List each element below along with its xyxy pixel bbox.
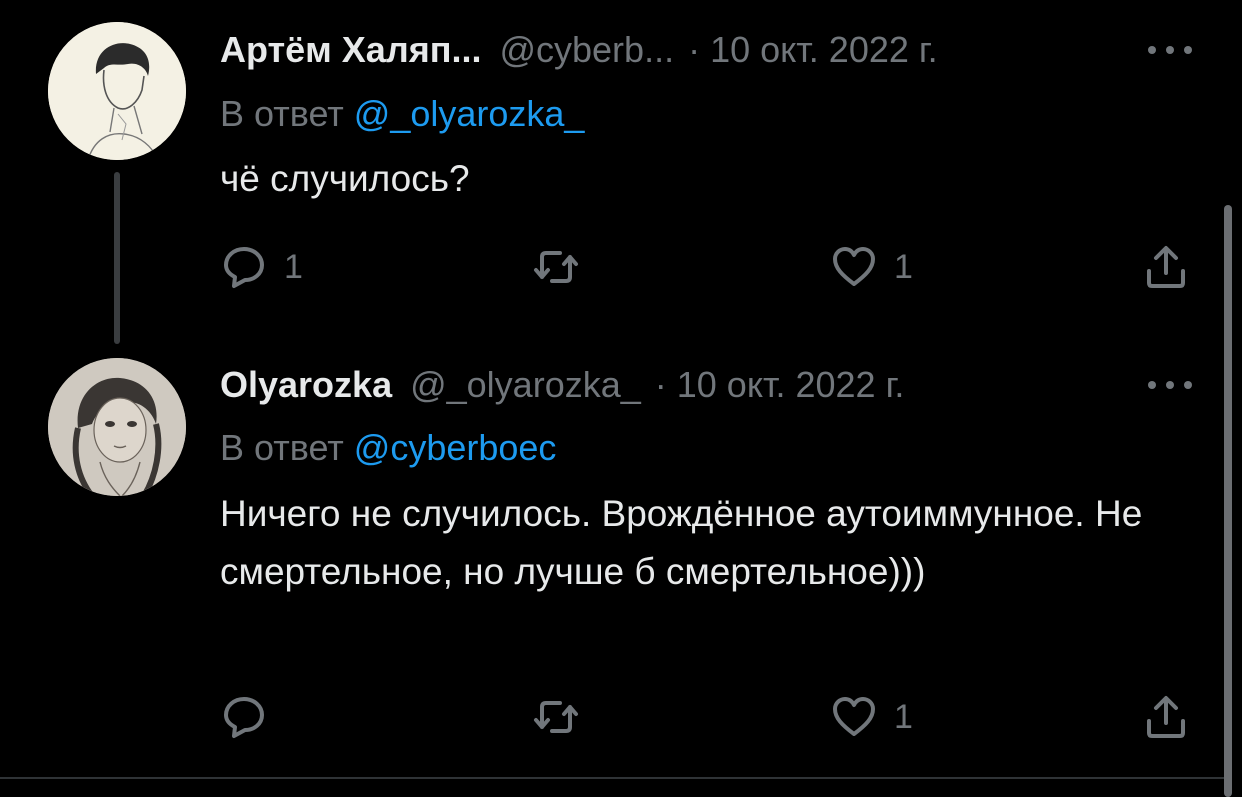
tweet-actions: 1 1 [0, 242, 1210, 292]
heart-icon [833, 247, 875, 286]
tweet-divider [0, 777, 1226, 779]
thread-page: Артём Халяп... @cyberb... · 10 окт. 2022… [0, 0, 1242, 797]
more-dot [1166, 46, 1174, 54]
more-dot [1184, 381, 1192, 389]
tweet[interactable]: Артём Халяп... @cyberb... · 10 окт. 2022… [0, 0, 1210, 345]
avatar[interactable] [48, 358, 186, 496]
share-icon [1147, 696, 1185, 738]
reply-mention-link[interactable]: @cyberboec [354, 427, 557, 468]
share-icon [1147, 246, 1185, 288]
tweet-date[interactable]: 10 окт. 2022 г. [710, 29, 938, 71]
reply-count: 1 [284, 247, 303, 286]
like-count: 1 [894, 697, 913, 736]
more-icon[interactable] [1148, 375, 1192, 395]
reply-icon [224, 697, 264, 738]
tweet-text: чё случилось? [220, 158, 470, 199]
tweet[interactable]: Olyarozka @_olyarozka_ · 10 окт. 2022 г.… [0, 345, 1210, 775]
author-handle[interactable]: @_olyarozka_ [410, 364, 641, 406]
tweet-header: Артём Халяп... @cyberb... · 10 окт. 2022… [220, 28, 938, 72]
share-button[interactable] [1142, 242, 1190, 292]
tweet-text: Ничего не случилось. Врождённое аутоимму… [220, 493, 1143, 592]
share-button[interactable] [1142, 692, 1190, 742]
more-dot [1184, 46, 1192, 54]
more-dot [1148, 381, 1156, 389]
reply-prefix: В ответ [220, 93, 344, 134]
reply-context: В ответ @_olyarozka_ [220, 93, 584, 135]
reply-button[interactable] [220, 692, 284, 742]
more-dot [1148, 46, 1156, 54]
tweet-date[interactable]: 10 окт. 2022 г. [677, 364, 905, 406]
tweet-header: Olyarozka @_olyarozka_ · 10 окт. 2022 г. [220, 363, 904, 407]
tweet-actions: 1 [0, 692, 1210, 742]
author-name[interactable]: Olyarozka [220, 364, 392, 406]
separator-dot: · [688, 29, 701, 70]
author-name[interactable]: Артём Халяп... [220, 29, 481, 71]
more-icon[interactable] [1148, 40, 1192, 60]
reply-prefix: В ответ [220, 427, 344, 468]
like-count: 1 [894, 247, 913, 286]
like-button[interactable]: 1 [830, 242, 913, 292]
reply-context: В ответ @cyberboec [220, 427, 556, 469]
retweet-button[interactable] [530, 242, 598, 292]
retweet-icon [534, 701, 578, 733]
reply-icon [224, 247, 264, 288]
scrollbar[interactable] [1224, 205, 1232, 797]
like-button[interactable]: 1 [830, 692, 913, 742]
retweet-icon [534, 251, 578, 283]
author-handle[interactable]: @cyberb... [499, 29, 674, 71]
heart-icon [833, 697, 875, 736]
reply-mention-link[interactable]: @_olyarozka_ [354, 93, 585, 134]
retweet-button[interactable] [530, 692, 598, 742]
separator-dot: · [654, 364, 667, 405]
avatar[interactable] [48, 22, 186, 160]
more-dot [1166, 381, 1174, 389]
reply-button[interactable]: 1 [220, 242, 303, 292]
